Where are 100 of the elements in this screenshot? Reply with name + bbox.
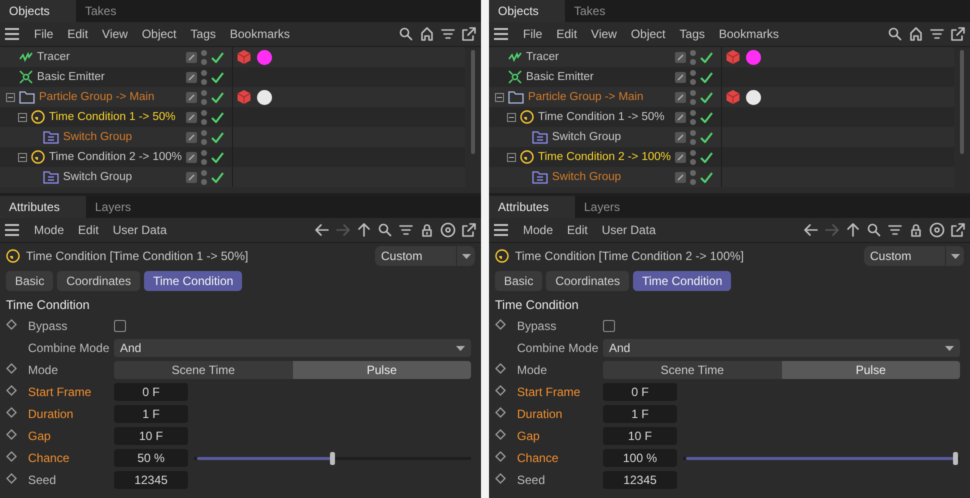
external-window-icon[interactable]: [461, 222, 477, 238]
menu-item[interactable]: Bookmarks: [718, 27, 779, 41]
filter-icon[interactable]: [887, 222, 903, 238]
target-icon[interactable]: [929, 222, 945, 238]
tree-row[interactable]: Tracer: [489, 47, 954, 67]
collapse-icon[interactable]: [507, 152, 516, 162]
number-field[interactable]: 0 F: [114, 383, 188, 401]
menu-item[interactable]: View: [591, 27, 617, 41]
menu-item[interactable]: File: [34, 27, 54, 41]
search-icon[interactable]: [887, 26, 903, 42]
external-window-icon[interactable]: [950, 26, 966, 42]
keyframe-icon[interactable]: [495, 385, 506, 396]
menu-item[interactable]: Edit: [556, 27, 578, 41]
keyframe-icon[interactable]: [495, 429, 506, 440]
menu-item[interactable]: Tags: [190, 27, 216, 41]
scrollbar[interactable]: [960, 50, 964, 154]
back-arrow-icon[interactable]: [314, 222, 330, 238]
collapse-icon[interactable]: [18, 112, 27, 122]
keyframe-icon[interactable]: [6, 473, 17, 484]
menu-item[interactable]: Mode: [523, 223, 554, 237]
external-window-icon[interactable]: [461, 26, 477, 42]
back-arrow-icon[interactable]: [803, 222, 819, 238]
number-field[interactable]: 1 F: [114, 405, 188, 423]
search-icon[interactable]: [398, 26, 414, 42]
preset-dropdown[interactable]: Custom: [375, 246, 475, 266]
menu-item[interactable]: Tags: [680, 27, 705, 41]
lock-icon[interactable]: [908, 222, 924, 238]
menu-icon[interactable]: [4, 224, 20, 236]
panel-tab[interactable]: Attributes: [0, 196, 86, 218]
filter-icon[interactable]: [440, 26, 456, 42]
menu-item[interactable]: View: [102, 27, 128, 41]
keyframe-icon[interactable]: [6, 385, 17, 396]
menu-item[interactable]: Object: [142, 27, 177, 41]
menu-item[interactable]: Edit: [78, 223, 99, 237]
page-tab[interactable]: Basic: [6, 271, 54, 291]
keyframe-icon[interactable]: [6, 407, 17, 418]
filter-icon[interactable]: [398, 222, 414, 238]
menu-icon[interactable]: [4, 28, 20, 40]
search-icon[interactable]: [377, 222, 393, 238]
keyframe-icon[interactable]: [6, 363, 17, 374]
up-arrow-icon[interactable]: [356, 222, 372, 238]
tree-row[interactable]: Particle Group -> Main: [0, 87, 465, 107]
panel-tab[interactable]: Layers: [86, 196, 156, 218]
bypass-checkbox[interactable]: [114, 320, 126, 332]
menu-item[interactable]: File: [523, 27, 542, 41]
panel-tab[interactable]: Attributes: [489, 196, 575, 218]
number-field[interactable]: 12345: [114, 471, 188, 489]
slider-thumb[interactable]: [330, 452, 334, 464]
keyframe-icon[interactable]: [495, 451, 506, 462]
tree-row[interactable]: Switch Group: [489, 167, 954, 187]
menu-icon[interactable]: [493, 224, 509, 236]
page-tab[interactable]: Time Condition: [633, 271, 732, 291]
number-field[interactable]: 100 %: [603, 449, 677, 467]
tree-row[interactable]: Switch Group: [489, 127, 954, 147]
collapse-icon[interactable]: [507, 112, 516, 122]
menu-item[interactable]: Object: [630, 27, 666, 41]
menu-item[interactable]: User Data: [112, 223, 167, 237]
page-tab[interactable]: Basic: [495, 271, 542, 291]
keyframe-icon[interactable]: [495, 407, 506, 418]
number-field[interactable]: 10 F: [603, 427, 677, 445]
number-field[interactable]: 1 F: [603, 405, 677, 423]
menu-item[interactable]: Mode: [34, 223, 64, 237]
keyframe-icon[interactable]: [6, 319, 17, 330]
tree-row[interactable]: Switch Group: [0, 167, 465, 187]
number-field[interactable]: 0 F: [603, 383, 677, 401]
search-icon[interactable]: [866, 222, 882, 238]
slider-thumb[interactable]: [953, 452, 958, 464]
keyframe-icon[interactable]: [6, 429, 17, 440]
number-field[interactable]: 50 %: [114, 449, 188, 467]
keyframe-icon[interactable]: [495, 363, 506, 374]
mode-option[interactable]: Scene Time: [603, 361, 782, 379]
bypass-checkbox[interactable]: [603, 320, 615, 332]
panel-tab[interactable]: Objects: [0, 0, 76, 22]
combine-mode-dropdown[interactable]: And: [603, 339, 960, 357]
menu-item[interactable]: Bookmarks: [230, 27, 290, 41]
panel-tab[interactable]: Takes: [565, 0, 633, 22]
panel-tab[interactable]: Takes: [76, 0, 144, 22]
lock-icon[interactable]: [419, 222, 435, 238]
filter-icon[interactable]: [929, 26, 945, 42]
keyframe-icon[interactable]: [495, 319, 506, 330]
up-arrow-icon[interactable]: [845, 222, 861, 238]
keyframe-icon[interactable]: [6, 451, 17, 462]
number-field[interactable]: 10 F: [114, 427, 188, 445]
tree-row[interactable]: Particle Group -> Main: [489, 87, 954, 107]
tree-row[interactable]: Tracer: [0, 47, 465, 67]
menu-item[interactable]: Edit: [567, 223, 588, 237]
keyframe-icon[interactable]: [495, 473, 506, 484]
mode-option[interactable]: Scene Time: [114, 361, 292, 379]
tree-row[interactable]: Switch Group: [0, 127, 465, 147]
mode-option[interactable]: Pulse: [292, 361, 471, 379]
home-icon[interactable]: [908, 26, 924, 42]
menu-item[interactable]: User Data: [602, 223, 656, 237]
combine-mode-dropdown[interactable]: And: [114, 339, 471, 357]
menu-item[interactable]: Edit: [67, 27, 88, 41]
collapse-icon[interactable]: [6, 92, 15, 102]
menu-icon[interactable]: [493, 28, 509, 40]
panel-tab[interactable]: Objects: [489, 0, 565, 22]
collapse-icon[interactable]: [18, 152, 27, 162]
mode-option[interactable]: Pulse: [782, 361, 960, 379]
preset-dropdown[interactable]: Custom: [864, 246, 964, 266]
